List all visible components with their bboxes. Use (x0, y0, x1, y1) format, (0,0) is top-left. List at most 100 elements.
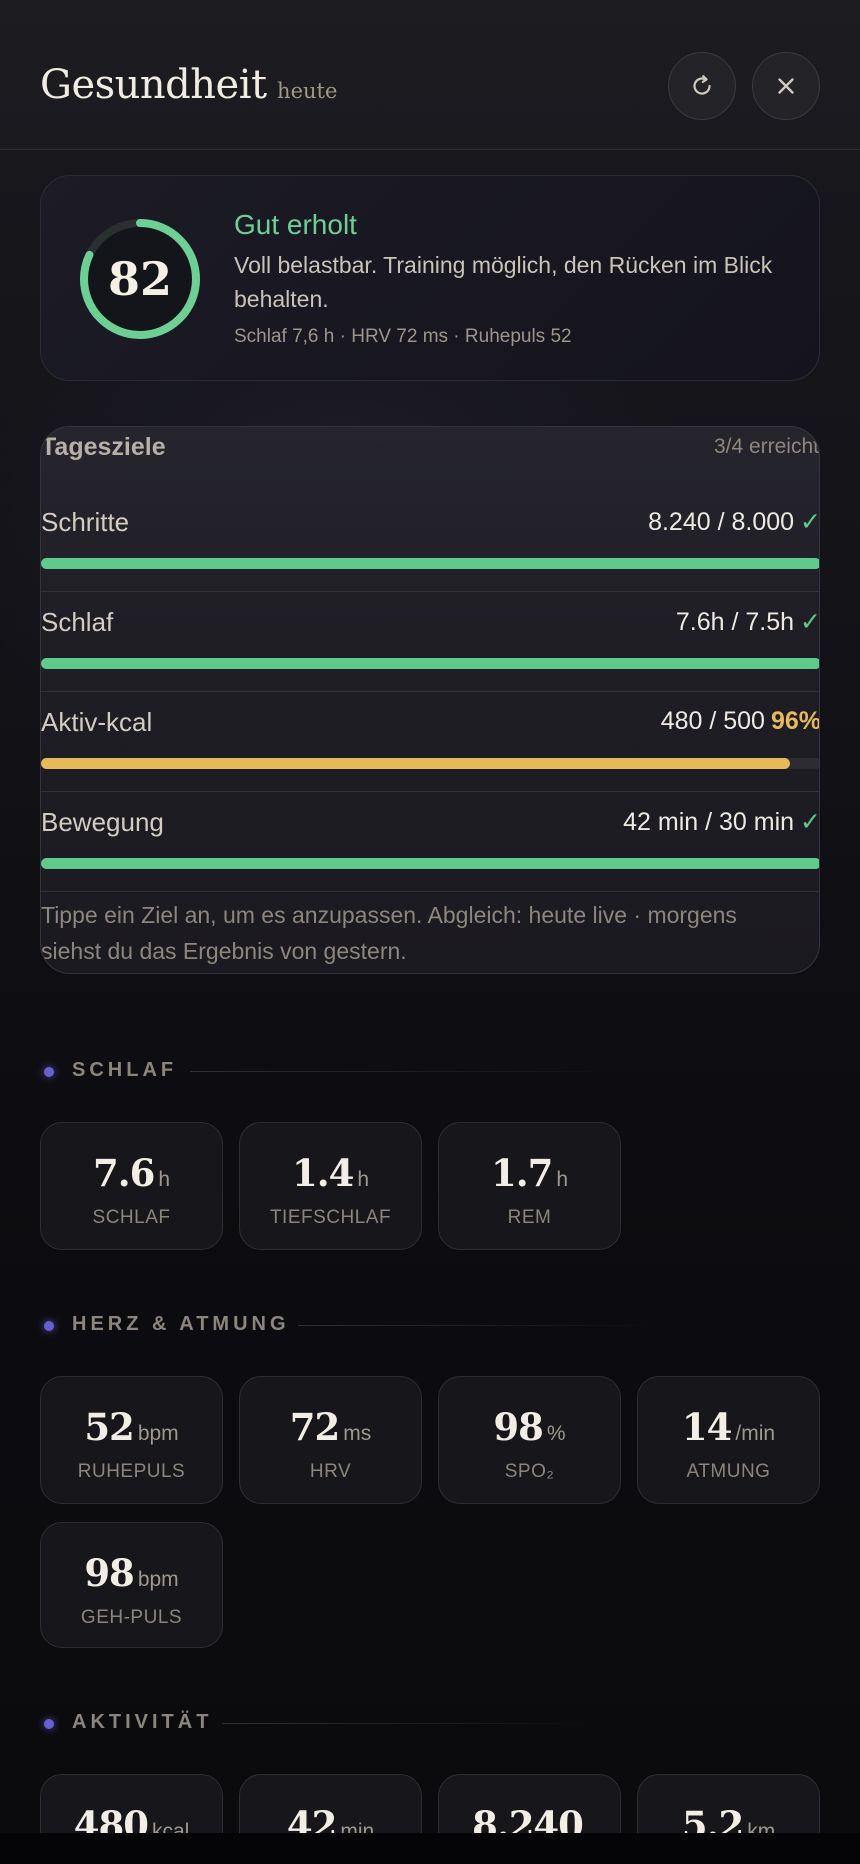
section-dot (44, 1321, 54, 1331)
goal-progress-bar (41, 658, 819, 669)
tile-label: TIEFSCHLAF (269, 1207, 392, 1228)
close-icon (778, 78, 794, 94)
metric-tile-sleep[interactable]: 7.6 h SCHLAF (40, 1122, 223, 1250)
tile-unit: /min (735, 1422, 776, 1445)
check-icon: ✓ (800, 608, 820, 636)
tile-unit: bpm (137, 1422, 179, 1445)
tile-label: REM (507, 1207, 552, 1228)
divider (41, 591, 819, 592)
goals-count: 3/4 erreicht (713, 435, 819, 458)
divider (41, 891, 819, 892)
tile-unit: h (357, 1168, 370, 1191)
tile-value: 1.4 (291, 1151, 354, 1195)
tile-label: HRV (309, 1461, 352, 1482)
section-title: HERZ & ATMUNG (72, 1313, 290, 1335)
section-divider (190, 1071, 630, 1072)
tile-unit: km (747, 1820, 776, 1833)
goals-hint: Tippe ein Ziel an, um es anzupassen. Abg… (41, 902, 737, 964)
metric-tile-kcal[interactable]: 480 kcal (40, 1774, 223, 1833)
metric-tile-spo2[interactable]: 98% SPO₂ (438, 1376, 621, 1504)
page-title: Gesundheit heute (40, 62, 337, 108)
close-button[interactable] (752, 52, 820, 120)
goal-progress-fill (41, 758, 790, 769)
tile-value: 72 (289, 1405, 340, 1449)
bottom-edge (0, 1833, 860, 1864)
tile-value: 98 (493, 1405, 543, 1449)
section-divider (222, 1723, 602, 1724)
tile-value: 8.240 (472, 1803, 584, 1833)
tile-value: 480 (73, 1803, 149, 1833)
section-dot (44, 1067, 54, 1077)
section-title: AKTIVITÄT (72, 1711, 213, 1733)
goal-progress-bar (41, 558, 819, 569)
title-subtitle: heute (277, 79, 338, 103)
tile-value: 52 (84, 1405, 134, 1449)
tile-label: SPO₂ (504, 1461, 555, 1482)
goal-steps[interactable]: Schritte 8.240 / 8.000 ✓ (41, 491, 820, 591)
goal-label: Schritte (41, 507, 130, 537)
daily-goals-card: Tagesziele 3/4 erreicht Schritte 8.240 /… (40, 426, 820, 974)
goal-label: Schlaf (41, 607, 114, 637)
goal-progress-fill (41, 558, 819, 569)
metric-tile-resting-hr[interactable]: 52 bpm RUHEPULS (40, 1376, 223, 1504)
section-title: SCHLAF (72, 1059, 178, 1081)
recovery-meta: Schlaf 7,6 h · HRV 72 ms · Ruhepuls 52 (234, 326, 572, 347)
tile-unit: kcal (151, 1820, 190, 1833)
recovery-score: 82 (107, 252, 172, 306)
goal-label: Bewegung (41, 807, 164, 837)
divider (41, 691, 819, 692)
check-icon: ✓ (800, 808, 820, 836)
tile-value: 7.6 (92, 1151, 155, 1195)
title-main: Gesundheit (40, 62, 267, 108)
goal-active-kcal[interactable]: Aktiv-kcal 480 / 500 96% (41, 691, 820, 791)
tile-unit: h (158, 1168, 171, 1191)
recovery-card[interactable]: 82 Gut erholt Voll belastbar. Training m… (40, 175, 820, 381)
refresh-icon (693, 75, 711, 95)
tile-unit: bpm (137, 1568, 179, 1591)
section-dot (44, 1719, 54, 1729)
goal-progress-fill (41, 658, 819, 669)
goal-progress-bar (41, 758, 819, 769)
check-icon: ✓ (800, 508, 820, 536)
section-divider (298, 1325, 658, 1326)
section-activity-heading: AKTIVITÄT (40, 1709, 820, 1739)
tile-value: 42 (286, 1803, 337, 1833)
health-panel: Gesundheit heute 82 Gut erholt Voll bela… (0, 0, 860, 1833)
goal-progress-bar (41, 858, 819, 869)
tile-label: ATMUNG (686, 1461, 771, 1482)
tile-unit: % (546, 1422, 566, 1445)
tile-label: GEH-PULS (80, 1607, 183, 1628)
metric-tile-walking-hr[interactable]: 98 bpm GEH-PULS (40, 1522, 223, 1648)
recovery-description: Voll belastbar. Training möglich, den Rü… (234, 252, 773, 312)
goal-value: 480 / 500 96% (660, 707, 820, 735)
metric-tile-rem[interactable]: 1.7 h REM (438, 1122, 621, 1250)
recovery-status: Gut erholt (234, 209, 357, 240)
metric-tile-respiration[interactable]: 14/min ATMUNG (637, 1376, 820, 1504)
refresh-button[interactable] (668, 52, 736, 120)
goal-value: 8.240 / 8.000 ✓ (648, 508, 820, 536)
goal-percent: 96% (770, 707, 820, 735)
goal-movement[interactable]: Bewegung 42 min / 30 min ✓ (41, 791, 820, 891)
goal-label: Aktiv-kcal (41, 707, 153, 737)
tile-label: SCHLAF (92, 1207, 171, 1228)
goal-value: 7.6h / 7.5h ✓ (675, 608, 820, 636)
goal-sleep[interactable]: Schlaf 7.6h / 7.5h ✓ (41, 591, 820, 691)
metric-tile-steps[interactable]: 8.240 (438, 1774, 621, 1833)
metric-tile-minutes[interactable]: 42 min (239, 1774, 422, 1833)
goal-value: 42 min / 30 min ✓ (623, 808, 820, 836)
metric-tile-hrv[interactable]: 72 ms HRV (239, 1376, 422, 1504)
section-sleep-heading: SCHLAF (40, 1057, 820, 1087)
tile-value: 5.2 (681, 1803, 744, 1833)
tile-value: 14 (681, 1405, 732, 1449)
goal-progress-fill (41, 858, 819, 869)
divider (41, 791, 819, 792)
tile-label: RUHEPULS (77, 1461, 186, 1482)
metric-tile-deep-sleep[interactable]: 1.4 h TIEFSCHLAF (239, 1122, 422, 1250)
tile-unit: h (556, 1168, 569, 1191)
tile-value: 98 (84, 1551, 134, 1595)
tile-value: 1.7 (490, 1151, 553, 1195)
goals-title: Tagesziele (41, 433, 166, 461)
metric-tile-distance[interactable]: 5.2 km (637, 1774, 820, 1833)
section-heart-heading: HERZ & ATMUNG (40, 1311, 820, 1341)
tile-unit: min (340, 1820, 375, 1833)
